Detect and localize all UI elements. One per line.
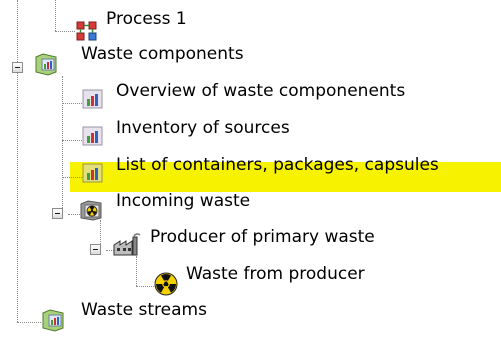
tree-item-label: Incoming waste <box>116 191 251 211</box>
tree-connector <box>68 214 80 215</box>
tree-connector <box>136 286 154 287</box>
tree-connector <box>62 103 82 104</box>
tree-connector <box>62 140 82 141</box>
collapse-toggle-waste-components[interactable] <box>12 62 23 73</box>
factory-icon <box>112 233 142 262</box>
tree-connector <box>55 0 56 31</box>
bar-chart-icon <box>82 126 104 151</box>
tree-connector <box>17 322 41 323</box>
bar-chart-icon <box>82 89 104 114</box>
tree-item-label: Waste streams <box>81 300 207 320</box>
tree-item-label: Waste from producer <box>186 264 365 284</box>
tree-view: Process 1 Waste components Overview of w… <box>0 0 501 336</box>
tree-connector <box>17 0 18 322</box>
tree-connector <box>62 177 82 178</box>
tree-item-label: Overview of waste componenents <box>116 81 406 101</box>
bar-chart-folder-icon <box>82 163 104 188</box>
tree-connector <box>55 31 75 32</box>
tree-connector <box>62 76 63 214</box>
tree-item-label: Producer of primary waste <box>150 227 375 247</box>
tree-item-label: List of containers, packages, capsules <box>116 155 439 175</box>
tree-item-label: Process 1 <box>106 9 187 29</box>
folder-chart-icon <box>41 308 67 337</box>
radiation-icon <box>154 272 178 301</box>
radiation-folder-icon <box>80 199 104 226</box>
collapse-toggle-producer[interactable] <box>90 244 101 255</box>
folder-chart-icon <box>34 52 60 81</box>
tree-item-label: Waste components <box>81 44 244 64</box>
collapse-toggle-incoming-waste[interactable] <box>52 208 63 219</box>
tree-item-label: Inventory of sources <box>116 118 290 138</box>
